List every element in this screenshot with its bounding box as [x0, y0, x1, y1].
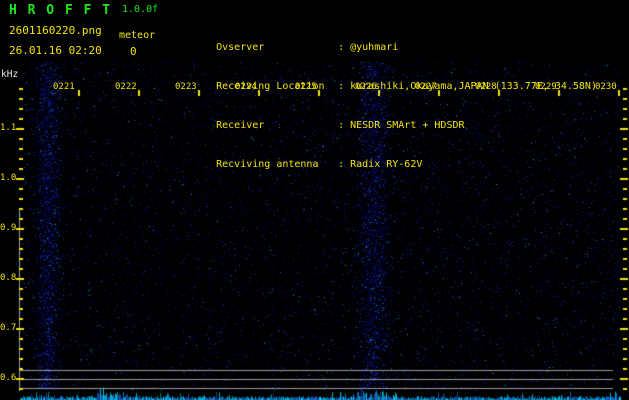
- filename-label: 2601160220.png: [9, 24, 102, 37]
- app-version: 1.0.0f: [122, 4, 158, 15]
- timestamp-label: 26.01.16 02:20: [9, 44, 102, 57]
- info-colon: :: [338, 41, 350, 54]
- time-label-0225: 0225: [295, 82, 317, 92]
- y-axis-unit-label: kHz: [1, 69, 18, 80]
- info-row-antenna: Recviving antenna: Radix RY-62V: [180, 145, 597, 158]
- meteor-count-value: 0: [130, 45, 137, 58]
- freq-label-0_7: 0.7: [0, 323, 16, 333]
- time-label-0227: 0227: [415, 82, 437, 92]
- info-label: Recviving antenna: [216, 158, 338, 171]
- info-value: Radix RY-62V: [350, 159, 422, 170]
- info-row-location: Receiving Location: kurashiki,Okayama,JAP…: [180, 67, 597, 80]
- info-value: kurashiki,Okayama,JAPAN (133.77E, 34.58N…: [350, 81, 597, 92]
- hrofft-window: H R O F F T 1.0.0f 2601160220.png meteor…: [0, 0, 629, 400]
- info-value: @yuhmari: [350, 42, 398, 53]
- freq-label-0_9: 0.9: [0, 223, 16, 233]
- info-colon: :: [338, 158, 350, 171]
- observer-info-block: Ovserver: @yuhmari Receiving Location: kur…: [180, 2, 597, 184]
- time-label-0226: 0226: [355, 82, 377, 92]
- freq-label-1_1: 1.1: [0, 123, 16, 133]
- info-row-receiver: Receiver: NESDR SMArt + HDSDR: [180, 106, 597, 119]
- time-label-0230: 0230: [595, 82, 617, 92]
- info-colon: :: [338, 80, 350, 93]
- info-value: NESDR SMArt + HDSDR: [350, 120, 464, 131]
- time-label-0229: 0229: [535, 82, 557, 92]
- freq-label-0_8: 0.8: [0, 273, 16, 283]
- freq-label-1_0: 1.0: [0, 173, 16, 183]
- time-label-0228: 0228: [475, 82, 497, 92]
- meteor-counter-label: meteor: [119, 30, 155, 41]
- app-title: H R O F F T: [9, 3, 112, 18]
- time-label-0224: 0224: [235, 82, 257, 92]
- info-label: Receiver: [216, 119, 338, 132]
- time-label-0223: 0223: [175, 82, 197, 92]
- time-label-0222: 0222: [115, 82, 137, 92]
- info-colon: :: [338, 119, 350, 132]
- freq-label-0_6: 0.6: [0, 373, 16, 383]
- info-row-observer: Ovserver: @yuhmari: [180, 28, 597, 41]
- time-label-0221: 0221: [53, 82, 75, 92]
- info-label: Ovserver: [216, 41, 338, 54]
